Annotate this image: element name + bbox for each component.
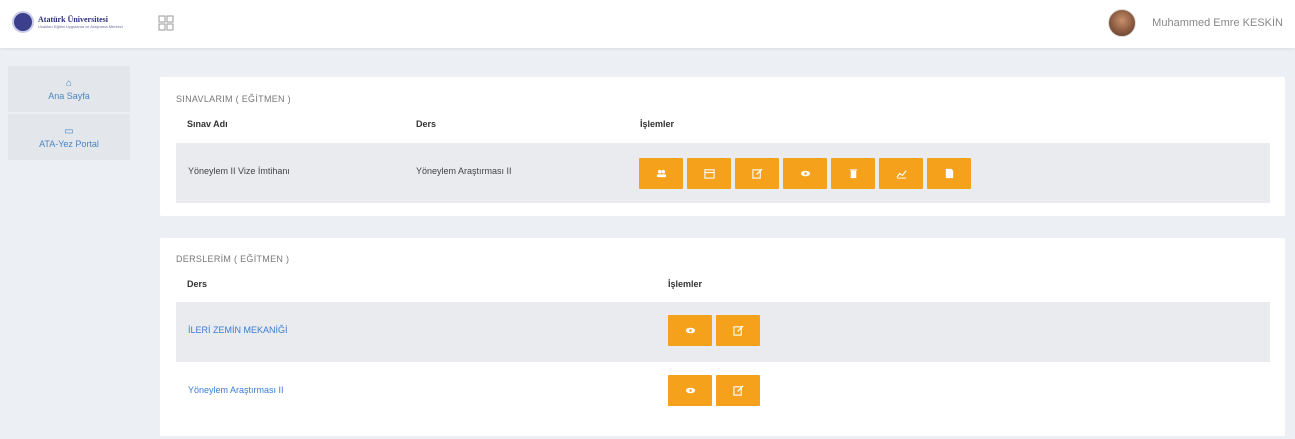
- column-header-course: Ders: [187, 279, 208, 289]
- sidebar-item-home[interactable]: ⌂ Ana Sayfa: [8, 66, 130, 112]
- file-icon: [945, 168, 953, 179]
- user-menu[interactable]: Muhammed Emre KESKİN: [1108, 9, 1283, 37]
- eye-icon: [685, 387, 695, 394]
- sidebar-item-portal[interactable]: ▭ ATA-Yez Portal: [8, 114, 130, 160]
- edit-button[interactable]: [735, 158, 779, 189]
- sidebar-item-label: ATA-Yez Portal: [39, 138, 99, 149]
- eye-icon: [800, 170, 810, 177]
- statistics-button[interactable]: [879, 158, 923, 189]
- exam-name: Yöneylem II Vize İmtihanı: [188, 166, 290, 176]
- column-header-actions: İşlemler: [668, 279, 703, 289]
- monitor-icon: ▭: [64, 125, 74, 137]
- users-icon: [656, 169, 666, 178]
- delete-button[interactable]: [831, 158, 875, 189]
- table-row: İLERİ ZEMİN MEKANİĞİ: [176, 302, 1270, 362]
- avatar[interactable]: [1108, 9, 1137, 37]
- logo-title: Atatürk Üniversitesi: [38, 15, 108, 24]
- edit-button[interactable]: [716, 315, 760, 346]
- column-header-exam-name: Sınav Adı: [187, 119, 228, 129]
- participants-button[interactable]: [639, 158, 683, 189]
- top-bar: Atatürk Üniversitesi Uzaktan Eğitim Uygu…: [0, 0, 1295, 48]
- courses-panel: DERSLERİM ( EĞİTMEN ) Ders İşlemler İLER…: [160, 238, 1285, 436]
- university-logo[interactable]: Atatürk Üniversitesi Uzaktan Eğitim Uygu…: [12, 11, 123, 33]
- column-header-actions: İşlemler: [640, 119, 675, 129]
- edit-button[interactable]: [716, 375, 760, 406]
- view-button[interactable]: [783, 158, 827, 189]
- action-buttons: [639, 158, 971, 189]
- sidebar-item-label: Ana Sayfa: [48, 90, 90, 101]
- user-name[interactable]: Muhammed Emre KESKİN: [1152, 17, 1283, 29]
- sidebar: ⌂ Ana Sayfa ▭ ATA-Yez Portal: [8, 66, 130, 162]
- chart-icon: [895, 170, 907, 179]
- eye-icon: [685, 327, 695, 334]
- logo-subtitle: Uzaktan Eğitim Uygulama ve Araştırma Mer…: [38, 24, 123, 29]
- panel-title: SINAVLARIM ( EĞİTMEN ): [176, 94, 291, 104]
- course-link[interactable]: Yöneylem Araştırması II: [188, 385, 284, 395]
- action-buttons: [668, 375, 760, 406]
- edit-icon: [732, 385, 744, 396]
- edit-icon: [732, 325, 744, 336]
- home-icon: ⌂: [65, 77, 73, 89]
- edit-icon: [751, 168, 763, 179]
- university-seal-icon: [12, 11, 34, 33]
- table-row: Yöneylem II Vize İmtihanı Yöneylem Araşt…: [176, 143, 1270, 203]
- course-link[interactable]: İLERİ ZEMİN MEKANİĞİ: [188, 325, 288, 335]
- schedule-button[interactable]: [687, 158, 731, 189]
- table-row: Yöneylem Araştırması II: [176, 362, 1270, 422]
- course-name: Yöneylem Araştırması II: [416, 166, 512, 176]
- grid-menu-icon[interactable]: [158, 15, 174, 31]
- trash-icon: [849, 169, 857, 179]
- calendar-icon: [703, 169, 715, 179]
- column-header-course: Ders: [416, 119, 437, 129]
- view-button[interactable]: [668, 315, 712, 346]
- panel-title: DERSLERİM ( EĞİTMEN ): [176, 254, 290, 264]
- document-button[interactable]: [927, 158, 971, 189]
- exams-panel: SINAVLARIM ( EĞİTMEN ) Sınav Adı Ders İş…: [160, 77, 1285, 216]
- action-buttons: [668, 315, 760, 346]
- view-button[interactable]: [668, 375, 712, 406]
